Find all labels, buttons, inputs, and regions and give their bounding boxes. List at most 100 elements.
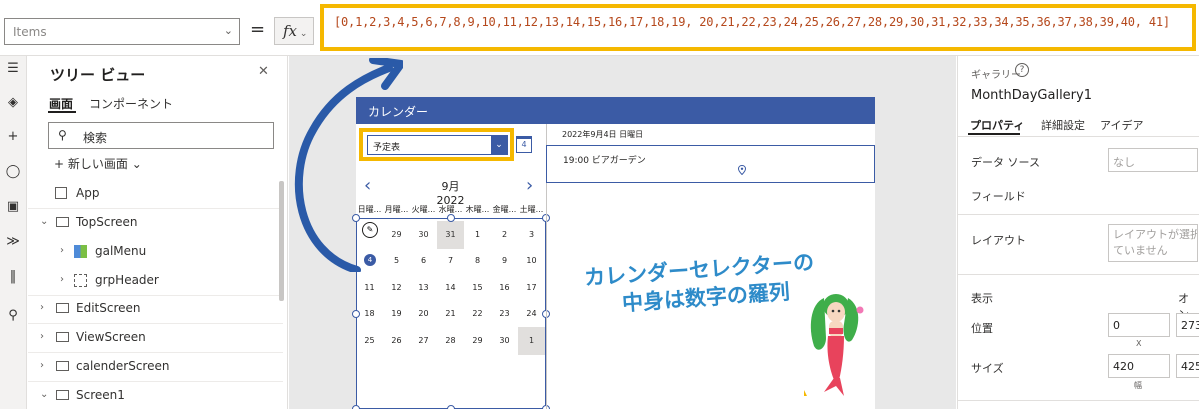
calendar-day[interactable]: 29 [464,327,491,355]
tree-view-title: ツリー ビュー [50,66,146,84]
calendar-day[interactable]: 25 [356,327,383,355]
tree-item-calenderscreen[interactable]: › calenderScreen [28,353,283,381]
resize-handle[interactable] [447,405,455,409]
tree-item-galmenu[interactable]: › galMenu [28,238,283,266]
calendar-day[interactable]: 14 [437,274,464,302]
new-screen-button[interactable]: + 新しい画面 ⌄ [54,155,142,172]
calendar-day[interactable]: 27 [410,327,437,355]
layers-icon[interactable]: ◈ [4,94,22,112]
left-rail: ☰ ◈ + ◯ ▣ ≫ ‖ ⚲ [0,56,27,409]
next-month-icon[interactable]: › [526,175,533,196]
tree-scrollbar[interactable] [279,181,284,301]
search-input[interactable]: ⚲ 検索 [48,122,274,149]
advanced-tools-icon[interactable]: ‖ [4,268,22,286]
chevron-right-icon: › [40,360,44,371]
tree-item-grpheader[interactable]: › grpHeader [28,267,283,295]
calendar-day[interactable]: 11 [356,274,383,302]
calendar-day[interactable]: 15 [464,274,491,302]
insert-plus-icon[interactable]: + [4,128,22,146]
calendar-day[interactable]: 12 [383,274,410,302]
tree-item-topscreen[interactable]: ⌄ TopScreen [28,209,283,237]
tree-item-screen1[interactable]: ⌄ Screen1 [28,382,283,409]
mermaid-illustration [804,294,864,396]
calendar-day[interactable]: 30 [410,221,437,249]
calendar-day[interactable]: 26 [383,327,410,355]
calendar-day[interactable]: 2 [491,221,518,249]
tab-components[interactable]: コンポーネント [89,95,173,112]
control-name: MonthDayGallery1 [971,88,1092,103]
fx-button[interactable]: fx ⌄ [274,17,314,45]
screen-icon [56,217,69,227]
divider [958,136,1199,137]
event-item[interactable]: 19:00 ビアガーデン [546,145,875,183]
tab-screens[interactable]: 画面 [49,95,73,112]
size-height-input[interactable]: 425 [1176,354,1199,378]
curved-arrow [294,58,403,272]
calendar-day[interactable]: 31 [437,221,464,249]
gallery-icon [74,245,87,258]
tab-advanced[interactable]: 詳細設定 [1041,117,1085,133]
calendar-day[interactable]: 1 [464,221,491,249]
position-x-input[interactable]: 0 [1108,313,1170,337]
calendar-day[interactable]: 18 [356,300,383,328]
calendar-day[interactable]: 16 [491,274,518,302]
calendar-day[interactable]: 19 [383,300,410,328]
calendar-day[interactable]: 6 [410,247,437,275]
tree-item-viewscreen[interactable]: › ViewScreen [28,324,283,352]
calendar-day[interactable]: 1 [518,327,545,355]
property-dropdown[interactable]: Items ⌄ [4,18,240,45]
calendar-day[interactable]: 10 [518,247,545,275]
tree-item-label: grpHeader [95,273,159,287]
chevron-down-icon: ⌄ [40,216,49,227]
calendar-day[interactable]: 24 [518,300,545,328]
calendar-day[interactable]: 3 [518,221,545,249]
control-type-label: ギャラリー [971,70,1021,81]
data-source-label: データ ソース [971,156,1040,169]
calendar-day[interactable]: 28 [437,327,464,355]
resize-handle[interactable] [352,310,360,318]
design-canvas: カレンダー 予定表 ⌄ 4 ‹ 9月 2022 › 日曜... 月曜... 火曜… [289,56,956,409]
calendar-icon[interactable]: 4 [516,136,532,153]
data-source-field[interactable]: なし [1108,148,1198,172]
plus-icon: + [54,157,68,171]
chevron-right-icon: › [60,274,64,285]
screen-icon [56,361,69,371]
calendar-day[interactable]: 20 [410,300,437,328]
tree-item-label: ViewScreen [76,330,146,344]
tree-item-app[interactable]: App [28,180,283,208]
formula-input[interactable]: [0,1,2,3,4,5,6,7,8,9,10,11,12,13,14,15,1… [320,4,1196,51]
tree-item-label: Screen1 [76,388,125,402]
position-y-input[interactable]: 273 [1176,313,1199,337]
calendar-day[interactable]: 21 [437,300,464,328]
calendar-day[interactable]: 8 [464,247,491,275]
hamburger-menu-icon[interactable]: ☰ [4,60,22,78]
close-icon[interactable]: ✕ [258,64,269,79]
group-icon [74,274,87,287]
formula-bar: Items ⌄ = fx ⌄ [0,1,2,3,4,5,6,7,8,9,10,1… [0,0,1199,56]
tab-ideas[interactable]: アイデア [1100,117,1143,133]
size-width-input[interactable]: 420 [1108,354,1170,378]
layout-value-line-2: ていません [1113,244,1168,257]
calendar-day[interactable]: 9 [491,247,518,275]
calendar-day[interactable]: 30 [491,327,518,355]
search-icon[interactable]: ⚲ [4,307,22,325]
calendar-day[interactable]: 13 [410,274,437,302]
layout-field[interactable]: レイアウトが選択 ていません [1108,224,1198,262]
screen-icon [56,303,69,313]
tree-item-editscreen[interactable]: › EditScreen [28,295,283,323]
power-automate-icon[interactable]: ≫ [4,233,22,251]
calendar-day[interactable]: 7 [437,247,464,275]
month-label: 9月 2022 [436,180,465,207]
property-name: Items [13,25,47,39]
data-cylinder-icon[interactable]: ◯ [4,163,22,181]
tree-view-panel: ツリー ビュー ✕ 画面 コンポーネント ⚲ 検索 + 新しい画面 ⌄ App … [28,56,288,409]
calendar-day[interactable]: 22 [464,300,491,328]
resize-handle[interactable] [447,214,455,222]
calendar-day[interactable]: 17 [518,274,545,302]
media-icon[interactable]: ▣ [4,198,22,216]
calendar-day[interactable]: 23 [491,300,518,328]
new-screen-label: 新しい画面 [67,157,128,171]
help-icon[interactable]: ? [1015,63,1029,77]
resize-handle[interactable] [352,405,360,409]
tab-properties[interactable]: プロパティ [970,117,1024,133]
